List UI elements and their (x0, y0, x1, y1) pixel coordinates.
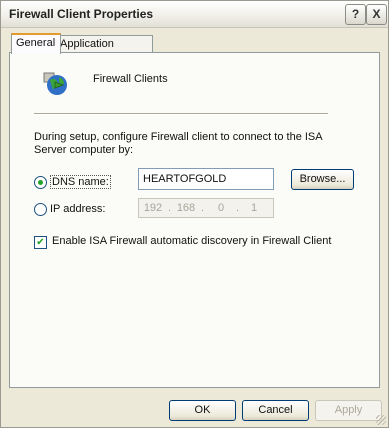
tab-application-settings[interactable]: Application Settings (55, 35, 153, 67)
ip-octet-4: 1 (250, 202, 258, 214)
header-label: Firewall Clients (93, 73, 168, 85)
help-button[interactable]: ? (345, 4, 366, 25)
ip-dot: . (236, 202, 240, 214)
tab-general[interactable]: General (11, 33, 61, 54)
auto-discovery-label[interactable]: Enable ISA Firewall automatic discovery … (52, 235, 331, 247)
dns-name-radio[interactable] (34, 176, 47, 189)
dns-name-label[interactable]: DNS name: (50, 175, 111, 189)
ip-octet-1: 192 (143, 202, 163, 214)
close-button[interactable]: X (366, 4, 387, 25)
dns-name-input[interactable]: HEARTOFGOLD (138, 168, 274, 190)
auto-discovery-checkbox[interactable]: ✔ (34, 236, 47, 249)
ip-dot: . (168, 202, 172, 214)
title-bar[interactable]: Firewall Client Properties ? X (1, 1, 388, 28)
ip-octet-3: 0 (217, 202, 225, 214)
setup-description: During setup, configure Firewall client … (34, 131, 322, 156)
ip-octet-2: 168 (176, 202, 196, 214)
apply-button[interactable]: Apply (315, 400, 382, 421)
properties-window: Firewall Client Properties ? X General A… (0, 0, 389, 428)
ip-address-radio[interactable] (34, 203, 47, 216)
ip-address-field: 192 . 168 . 0 . 1 (138, 198, 274, 218)
window-title: Firewall Client Properties (9, 7, 154, 21)
cancel-button[interactable]: Cancel (242, 400, 309, 421)
browse-button[interactable]: Browse... (291, 169, 354, 190)
resize-grip[interactable] (376, 415, 386, 425)
ip-address-label[interactable]: IP address: (50, 203, 105, 215)
ok-button[interactable]: OK (169, 400, 236, 421)
firewall-client-globe-icon (43, 72, 67, 95)
header-separator (34, 113, 328, 115)
ip-dot: . (201, 202, 205, 214)
general-tab-panel: Firewall Clients During setup, configure… (9, 52, 380, 388)
